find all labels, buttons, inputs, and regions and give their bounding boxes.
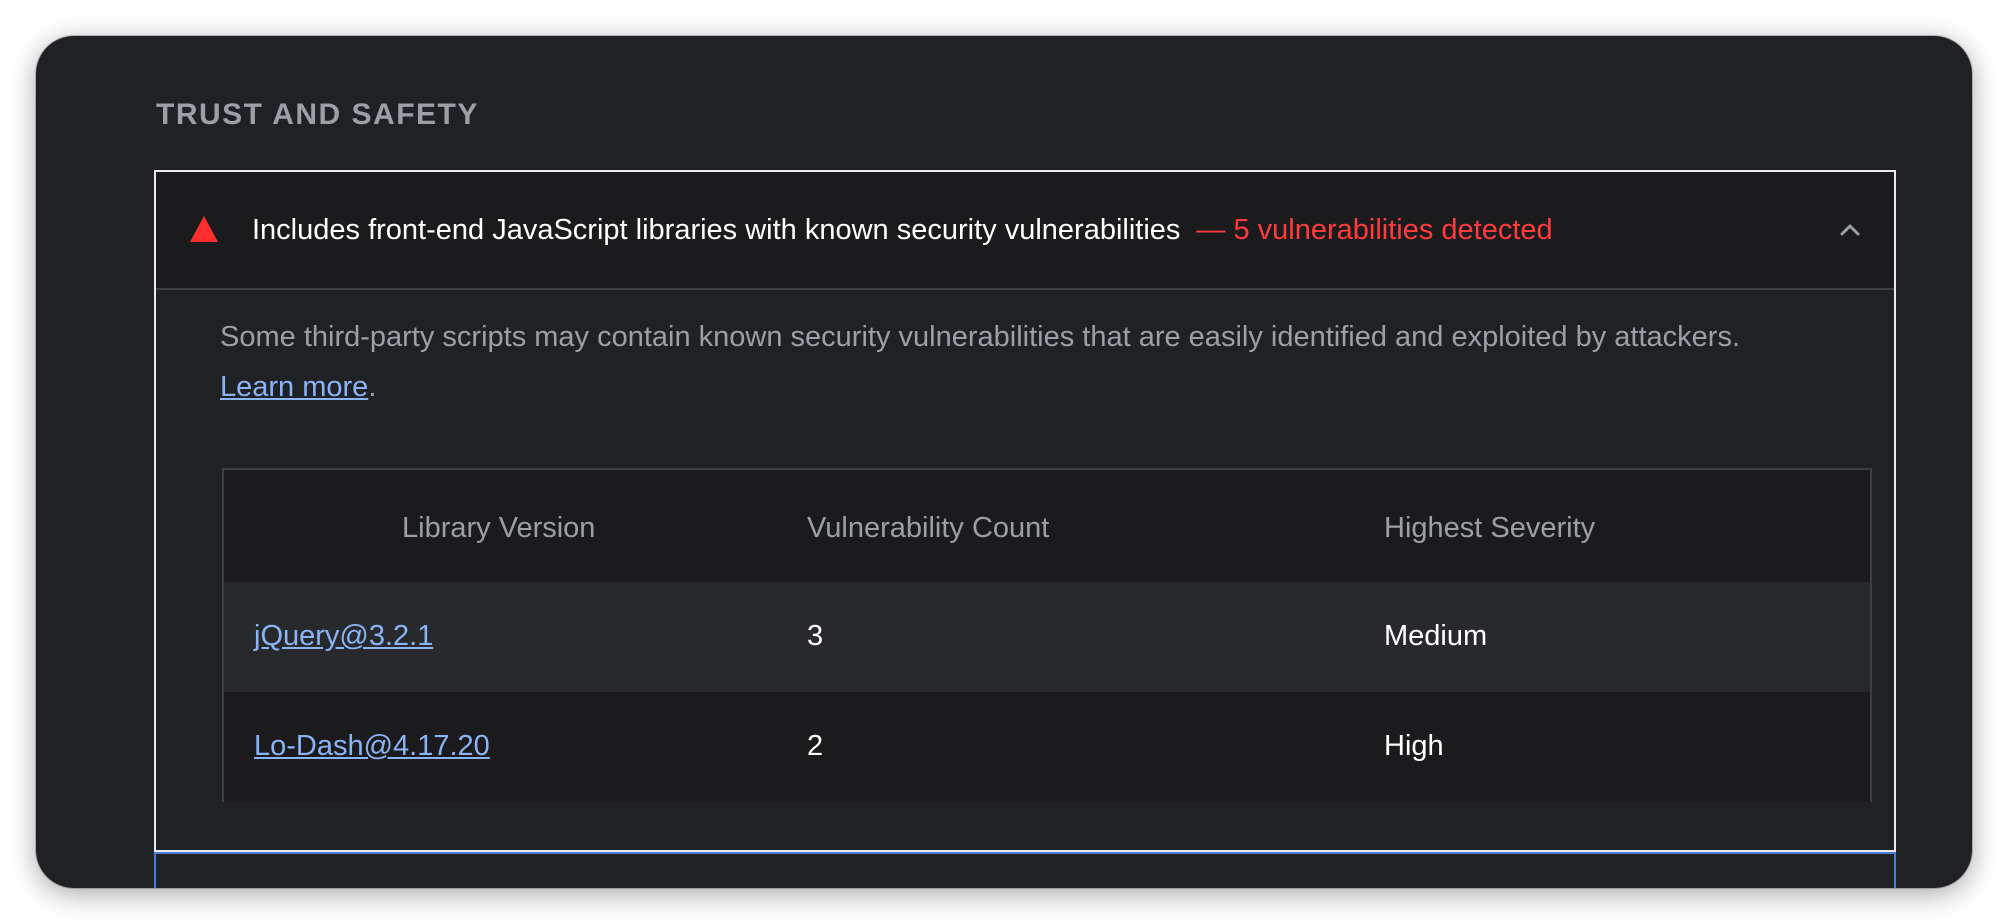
vulnerability-count-cell: 3	[807, 620, 824, 652]
audit-description: Some third-party scripts may contain kno…	[220, 312, 1860, 412]
audit-header[interactable]: Includes front-end JavaScript libraries …	[156, 172, 1894, 290]
column-header-count: Vulnerability Count	[807, 512, 1050, 544]
collapse-button[interactable]	[1828, 208, 1872, 252]
vulnerability-count-cell: 2	[807, 730, 824, 762]
table-row: jQuery@3.2.1 3 Medium	[224, 582, 1870, 692]
vulnerability-table: Library Version Vulnerability Count High…	[222, 468, 1872, 802]
next-audit-item[interactable]	[154, 852, 1896, 888]
audit-title-text: Includes front-end JavaScript libraries …	[252, 214, 1181, 246]
library-link[interactable]: jQuery@3.2.1	[254, 620, 433, 652]
library-cell: Lo-Dash@4.17.20	[254, 730, 490, 762]
audit-vulnerable-libraries: Includes front-end JavaScript libraries …	[154, 170, 1896, 852]
severity-cell: Medium	[1384, 620, 1488, 652]
severity-cell: High	[1384, 730, 1444, 762]
column-header-severity: Highest Severity	[1384, 512, 1596, 544]
learn-more-link[interactable]: Learn more	[220, 371, 368, 403]
audit-title[interactable]: Includes front-end JavaScript libraries …	[252, 214, 1553, 246]
column-header-library: Library Version	[402, 512, 596, 544]
library-link[interactable]: Lo-Dash@4.17.20	[254, 730, 490, 762]
library-cell: jQuery@3.2.1	[254, 620, 433, 652]
table-row: Lo-Dash@4.17.20 2 High	[224, 692, 1870, 802]
warning-triangle-icon	[190, 216, 218, 242]
app-window: TRUST AND SAFETY Includes front-end Java…	[36, 36, 1972, 888]
table-header: Library Version Vulnerability Count High…	[224, 470, 1870, 582]
section-title: TRUST AND SAFETY	[156, 98, 479, 131]
chevron-up-icon	[1840, 224, 1860, 236]
description-text: Some third-party scripts may contain kno…	[220, 321, 1741, 353]
description-end: .	[368, 371, 377, 403]
audit-display-value: — 5 vulnerabilities detected	[1196, 214, 1553, 246]
